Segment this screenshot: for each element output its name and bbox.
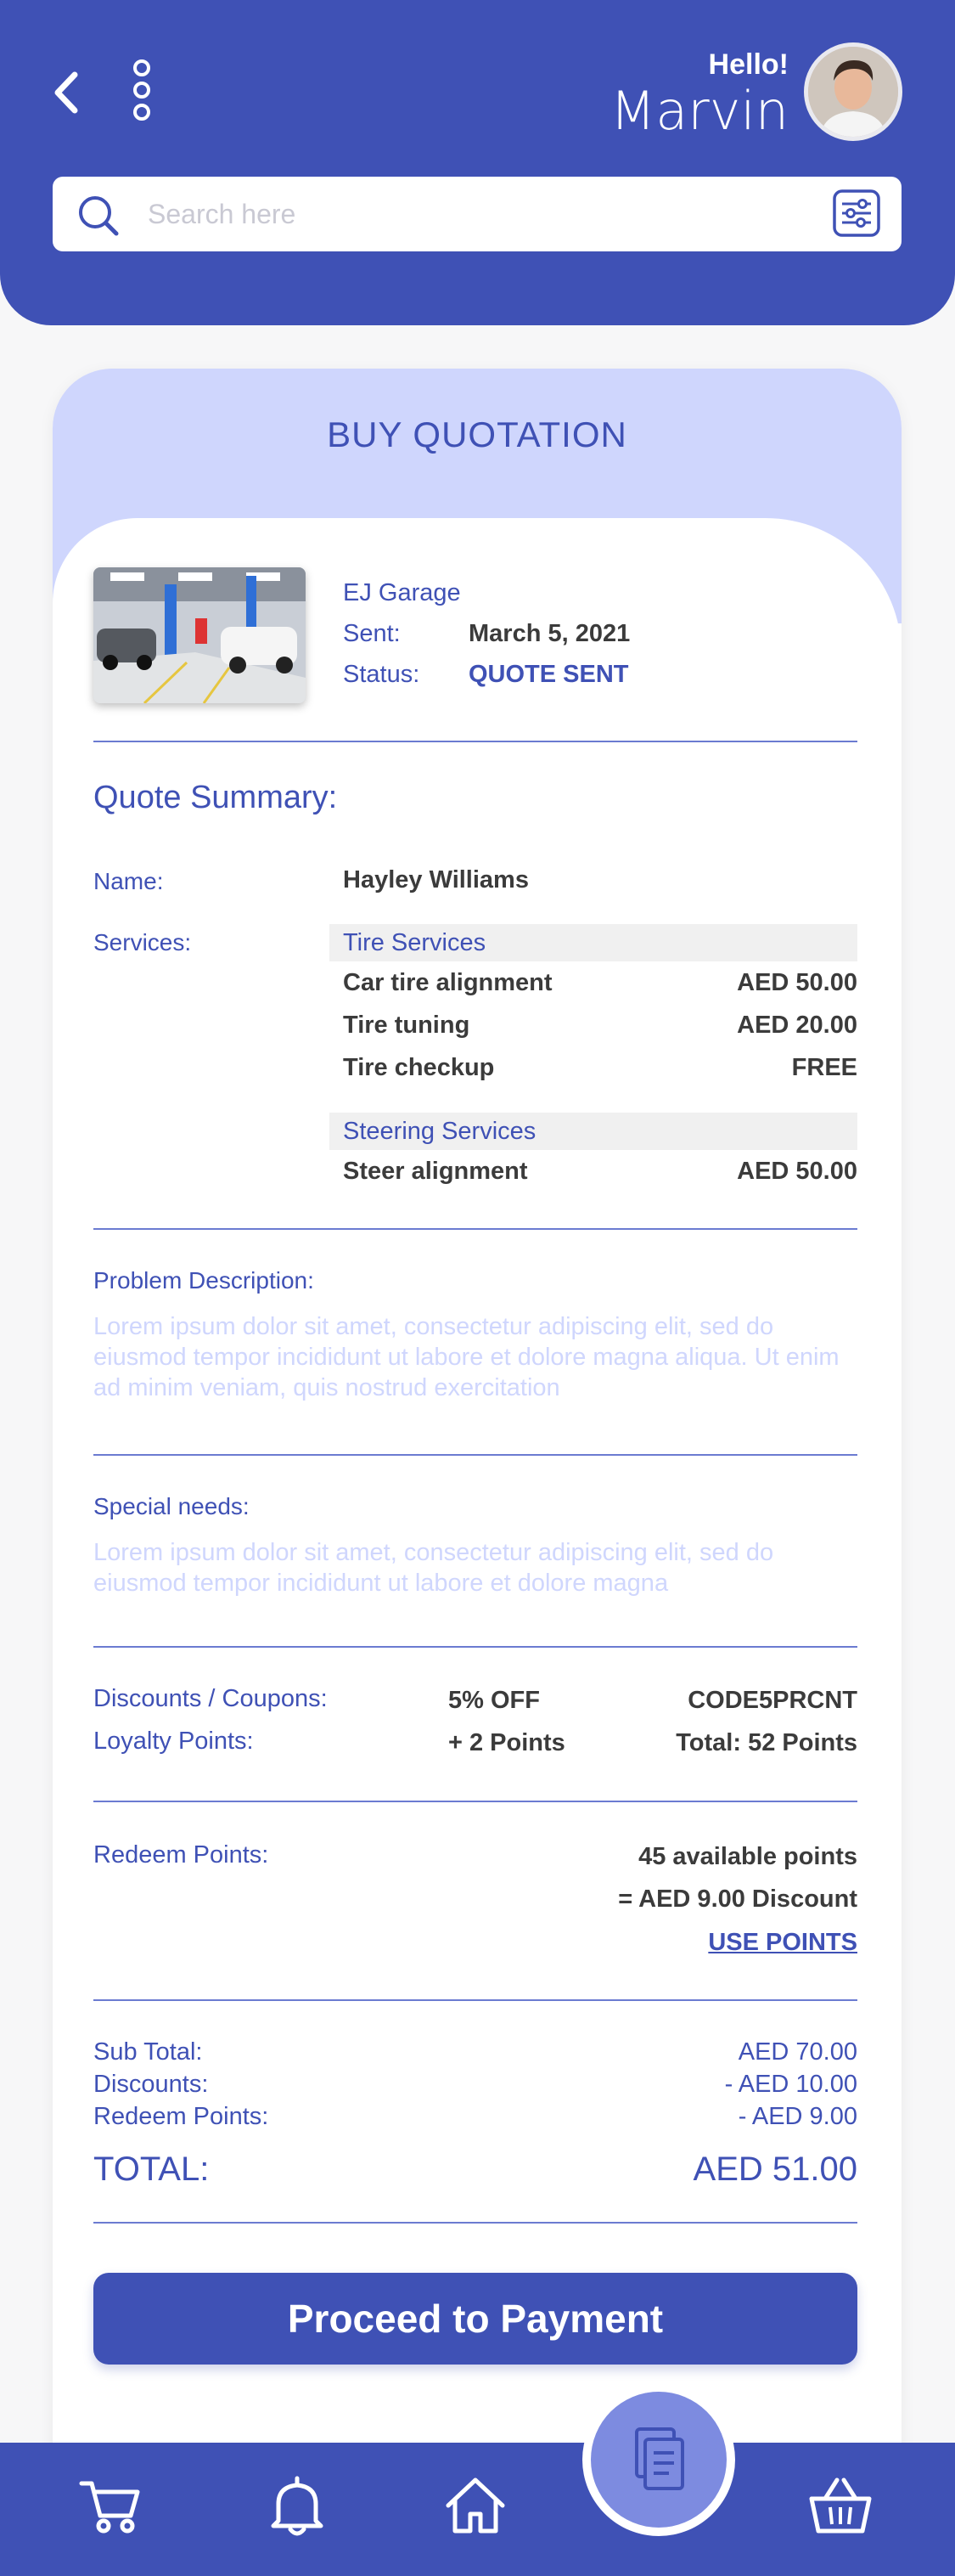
service-price: FREE xyxy=(791,1054,857,1081)
problem-description-text: Lorem ipsum dolor sit amet, consectetur … xyxy=(93,1313,840,1401)
divider xyxy=(93,2222,857,2224)
bell-icon[interactable] xyxy=(263,2472,331,2539)
loyalty-value: + 2 Points xyxy=(448,1729,565,1756)
points-discount: = AED 9.00 Discount xyxy=(618,1885,857,1913)
subtotal-value: AED 70.00 xyxy=(738,2038,857,2066)
quote-summary-title: Quote Summary: xyxy=(93,780,338,815)
service-price: AED 50.00 xyxy=(737,969,857,996)
home-icon[interactable] xyxy=(441,2472,509,2539)
service-row: Tire checkup FREE xyxy=(329,1046,857,1089)
divider xyxy=(93,1999,857,2001)
special-needs-text: Lorem ipsum dolor sit amet, consectetur … xyxy=(93,1539,774,1597)
divider xyxy=(93,1646,857,1648)
redeem-row-value: - AED 9.00 xyxy=(738,2103,857,2130)
more-options-icon[interactable] xyxy=(127,59,156,126)
service-name: Tire checkup xyxy=(343,1054,495,1081)
redeem-points-label: Redeem Points: xyxy=(93,1841,269,1869)
proceed-to-payment-button[interactable]: Proceed to Payment xyxy=(93,2273,857,2365)
search-bar[interactable] xyxy=(53,177,902,251)
document-icon[interactable] xyxy=(591,2392,727,2528)
search-input[interactable] xyxy=(148,190,784,238)
quotation-card: BUY QUOTATION EJ Garage Sent: March 5, 2… xyxy=(53,369,902,2509)
redeem-row-label: Redeem Points: xyxy=(93,2103,269,2130)
discount-value: 5% OFF xyxy=(448,1687,540,1714)
total-label: TOTAL: xyxy=(93,2150,210,2188)
service-row: Tire tuning AED 20.00 xyxy=(329,1004,857,1046)
services-label: Services: xyxy=(93,929,192,955)
service-name: Car tire alignment xyxy=(343,969,553,996)
special-needs-label: Special needs: xyxy=(93,1493,250,1519)
use-points-link[interactable]: USE POINTS xyxy=(708,1929,857,1957)
service-name: Steer alignment xyxy=(343,1158,528,1185)
garage-info: EJ Garage Sent: March 5, 2021 Status: QUOT… xyxy=(343,572,630,695)
service-row: Car tire alignment AED 50.00 xyxy=(329,961,857,1004)
discounts-row-label: Discounts: xyxy=(93,2071,209,2098)
back-icon[interactable] xyxy=(49,66,85,119)
subtotal-label: Sub Total: xyxy=(93,2038,203,2066)
available-points: 45 available points xyxy=(638,1843,857,1870)
service-group-tire: Tire Services Car tire alignment AED 50.… xyxy=(329,924,857,1089)
loyalty-total: Total: 52 Points xyxy=(676,1729,857,1756)
greeting: Hello! Marvin xyxy=(610,48,789,141)
sent-date: March 5, 2021 xyxy=(469,620,631,647)
search-icon[interactable] xyxy=(76,194,121,238)
divider xyxy=(93,1454,857,1456)
sent-label: Sent: xyxy=(343,620,401,647)
user-name: Marvin xyxy=(610,80,789,142)
app-header: Hello! Marvin xyxy=(0,0,955,325)
divider xyxy=(93,1228,857,1230)
greeting-hello: Hello! xyxy=(708,48,789,81)
basket-icon[interactable] xyxy=(806,2472,874,2539)
service-name: Tire tuning xyxy=(343,1012,470,1039)
service-group-steering: Steering Services Steer alignment AED 50… xyxy=(329,1113,857,1192)
service-group-title: Tire Services xyxy=(329,924,857,961)
service-price: AED 50.00 xyxy=(737,1158,857,1185)
garage-image xyxy=(93,567,306,703)
filter-icon[interactable] xyxy=(832,189,881,238)
divider xyxy=(93,741,857,742)
total-value: AED 51.00 xyxy=(693,2150,857,2188)
card-title: BUY QUOTATION xyxy=(327,414,627,454)
garage-name: EJ Garage xyxy=(343,579,461,606)
divider xyxy=(93,1801,857,1802)
cart-icon[interactable] xyxy=(76,2472,144,2539)
name-label: Name: xyxy=(93,868,164,894)
service-row: Steer alignment AED 50.00 xyxy=(329,1150,857,1192)
discounts-label: Discounts / Coupons: xyxy=(93,1685,328,1712)
service-price: AED 20.00 xyxy=(737,1012,857,1039)
service-group-title: Steering Services xyxy=(329,1113,857,1150)
coupon-code: CODE5PRCNT xyxy=(688,1687,857,1714)
discounts-row-value: - AED 10.00 xyxy=(724,2071,857,2098)
avatar[interactable] xyxy=(804,42,902,141)
customer-name: Hayley Williams xyxy=(343,866,529,893)
problem-description-label: Problem Description: xyxy=(93,1267,314,1294)
status-label: Status: xyxy=(343,661,420,688)
loyalty-label: Loyalty Points: xyxy=(93,1728,254,1755)
status-badge: QUOTE SENT xyxy=(469,661,629,688)
